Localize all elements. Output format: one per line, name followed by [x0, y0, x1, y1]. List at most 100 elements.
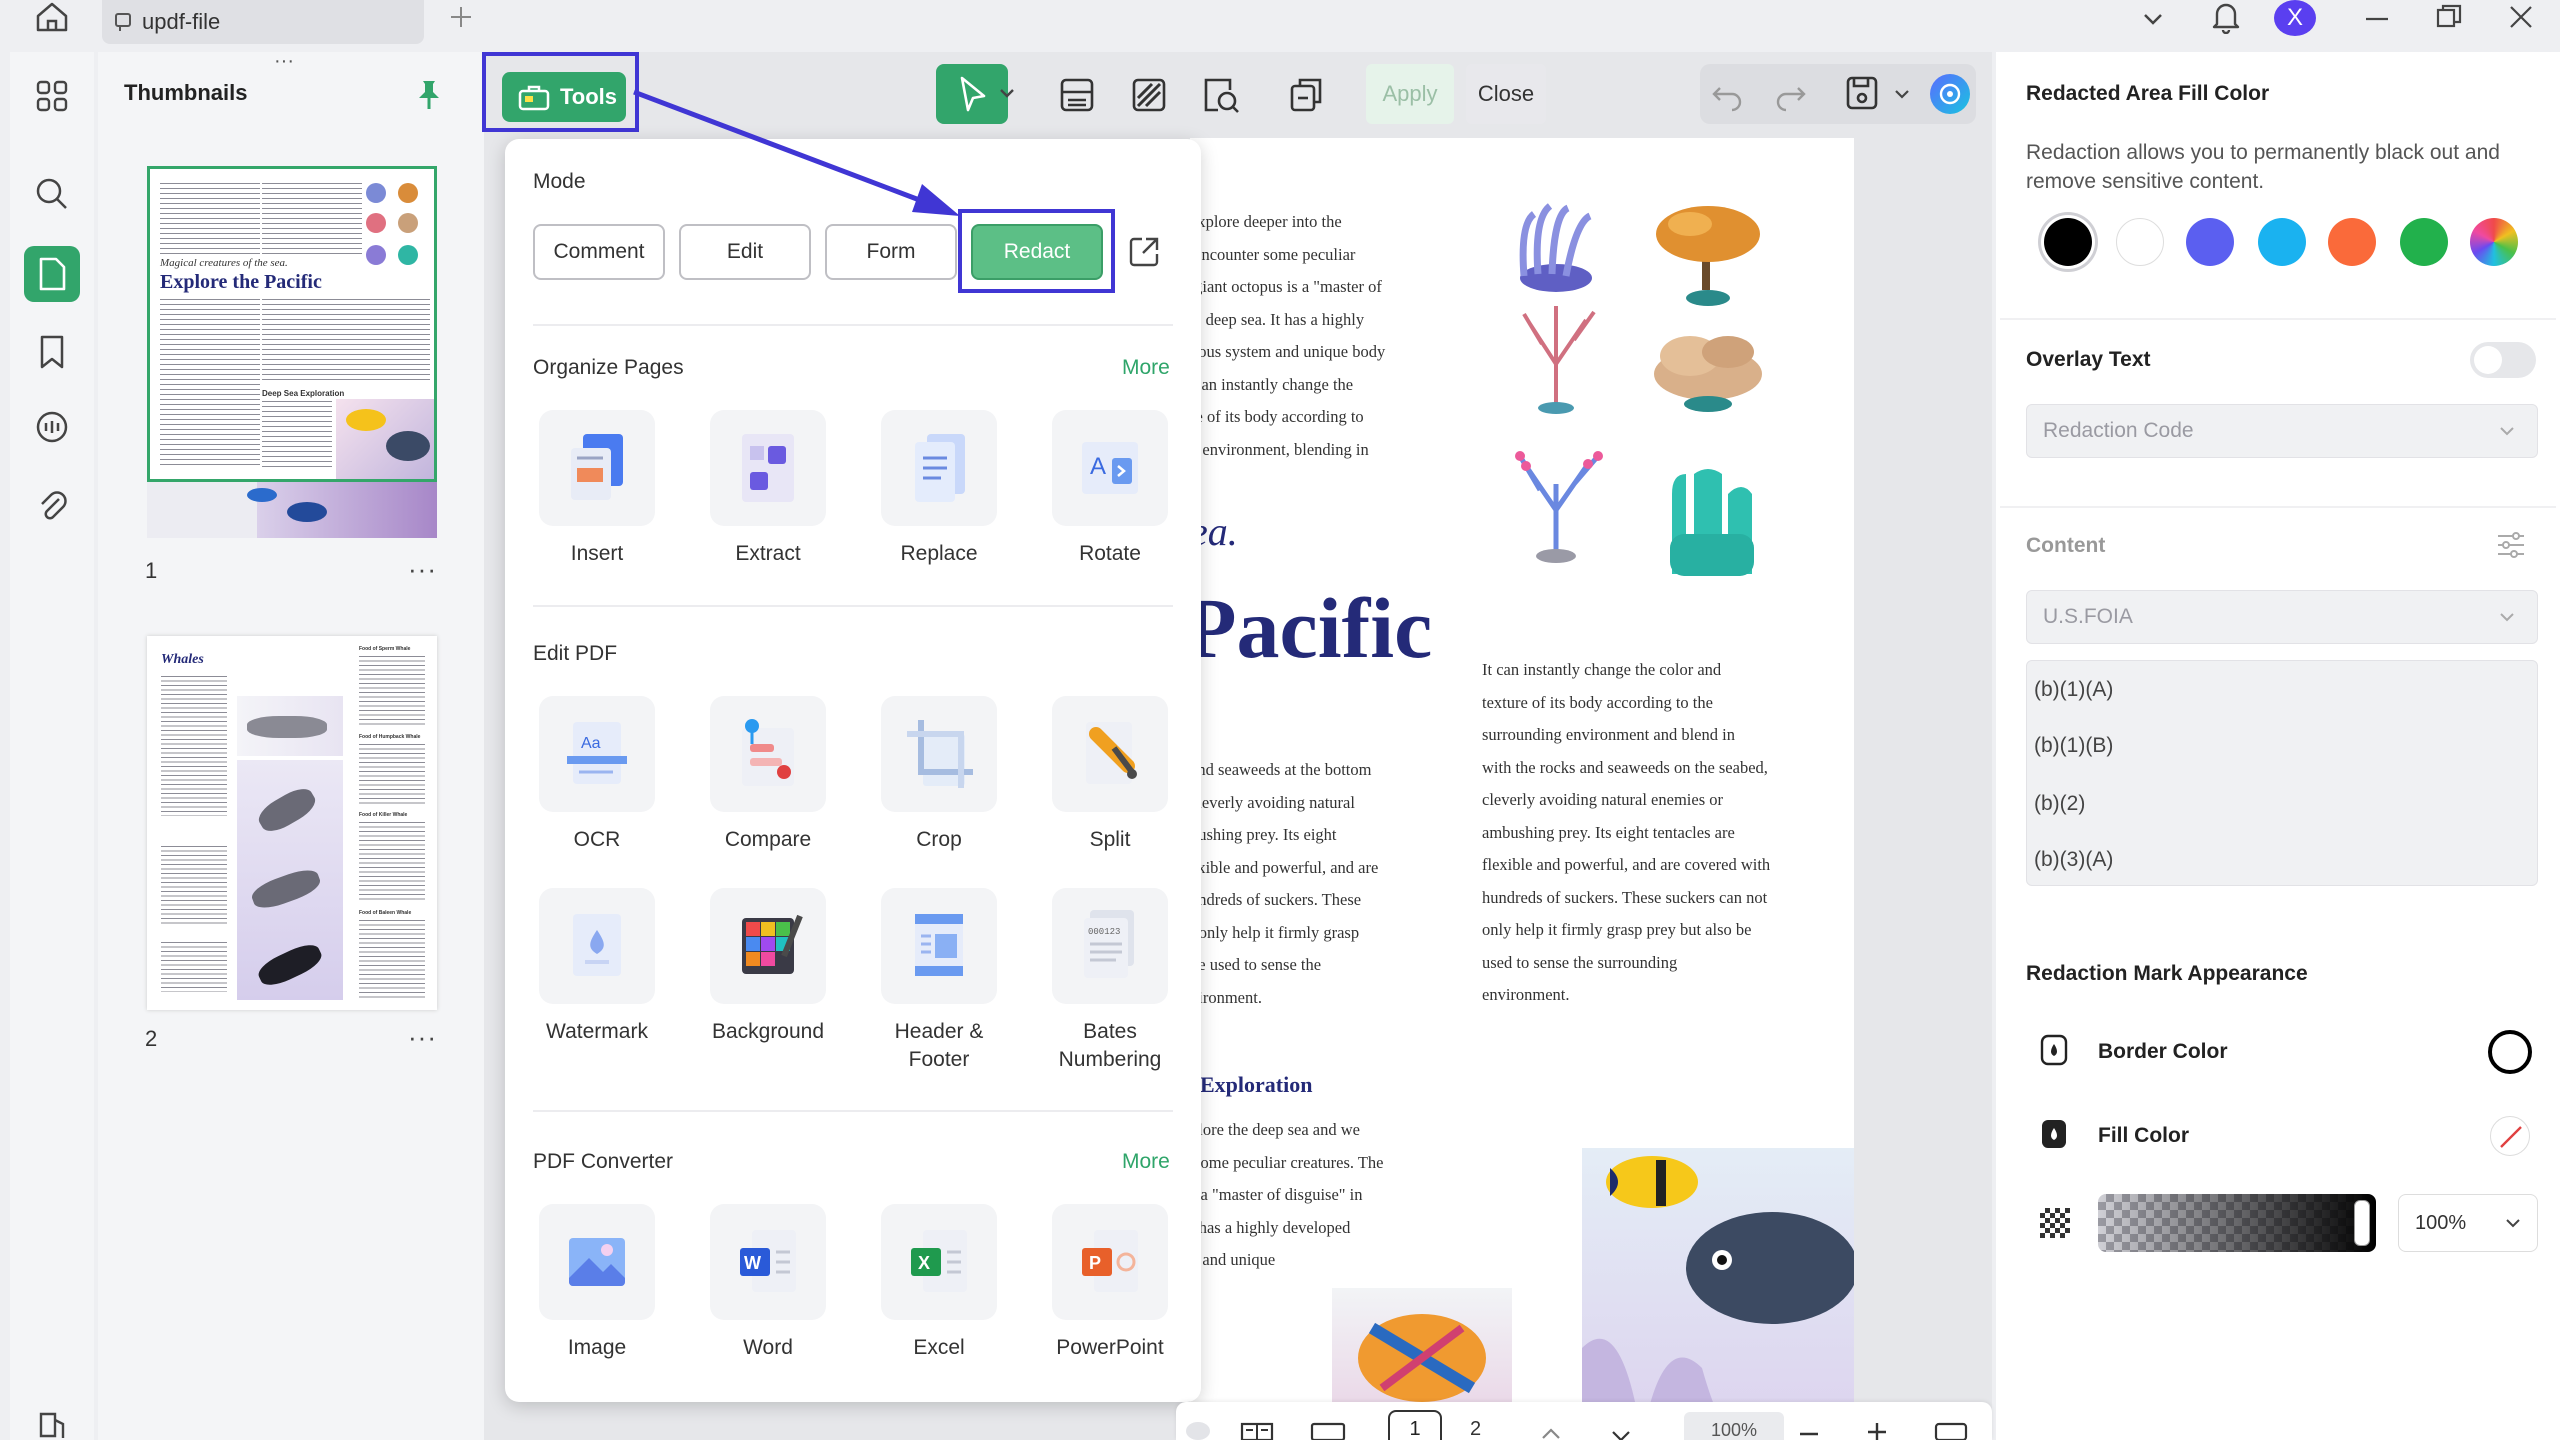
layers-icon[interactable] — [24, 1410, 80, 1440]
opacity-slider[interactable] — [2098, 1194, 2376, 1252]
redact-pages-icon[interactable] — [1284, 72, 1328, 116]
tools-button[interactable]: Tools — [502, 72, 626, 122]
bookmark-icon[interactable] — [24, 324, 80, 380]
prev-page-icon[interactable] — [1538, 1422, 1564, 1440]
mode-edit-button[interactable]: Edit — [679, 224, 811, 280]
replace-tool-icon[interactable] — [881, 410, 997, 526]
comment-icon[interactable] — [24, 400, 80, 456]
code-item[interactable]: (b)(2) — [2034, 792, 2085, 816]
open-external-icon[interactable] — [1126, 234, 1162, 270]
border-color-swatch[interactable] — [2488, 1030, 2532, 1074]
current-page-input[interactable]: 1 — [1388, 1410, 1442, 1440]
border-color-label: Border Color — [2098, 1040, 2228, 1063]
undo-icon[interactable] — [1708, 74, 1748, 114]
bell-icon[interactable] — [2208, 0, 2244, 34]
split-label: Split — [1089, 828, 1131, 851]
converter-more-link[interactable]: More — [1122, 1150, 1170, 1174]
overlay-text-select[interactable]: Redaction Code — [2026, 404, 2538, 458]
redo-icon[interactable] — [1770, 74, 1810, 114]
redact-area-icon[interactable] — [1128, 74, 1170, 116]
search-redact-icon[interactable] — [1200, 74, 1242, 116]
pin-icon[interactable] — [412, 78, 446, 112]
home-icon[interactable] — [32, 0, 72, 34]
restore-icon[interactable] — [2434, 2, 2464, 32]
document-tab-icon — [114, 12, 132, 32]
appearance-title: Redaction Mark Appearance — [2026, 962, 2308, 985]
close-window-icon[interactable] — [2506, 2, 2536, 32]
mode-redact-button[interactable]: Redact — [971, 224, 1103, 280]
swatch-white[interactable] — [2116, 218, 2164, 266]
collapse-icon[interactable] — [1186, 1422, 1210, 1440]
document-tab[interactable]: updf-file — [102, 0, 424, 44]
page-1-more-button[interactable]: ··· — [408, 554, 437, 585]
code-item[interactable]: (b)(1)(B) — [2034, 734, 2113, 758]
page-2-thumbnail[interactable]: Whales Food of Sperm Whale Food of Humpb… — [147, 636, 437, 1010]
thumbnails-icon[interactable] — [24, 246, 80, 302]
zoom-field[interactable]: 100% — [1684, 1412, 1784, 1440]
overlay-text-toggle[interactable] — [2470, 342, 2536, 378]
content-title: Content — [2026, 534, 2106, 557]
powerpoint-convert-icon[interactable]: P — [1052, 1204, 1168, 1320]
swatch-custom-color[interactable] — [2470, 218, 2518, 266]
page-2-more-button[interactable]: ··· — [408, 1022, 437, 1053]
settings-sliders-icon[interactable] — [2494, 528, 2528, 562]
close-button[interactable]: Close — [1466, 64, 1546, 124]
fill-color-label: Fill Color — [2098, 1124, 2189, 1147]
page-1-thumbnail[interactable]: Magical creatures of the sea. Explore th… — [147, 166, 437, 482]
document-tab-title: updf-file — [142, 9, 221, 34]
minimize-icon[interactable] — [2362, 4, 2392, 34]
bates-numbering-tool-icon[interactable]: 000123 — [1052, 888, 1168, 1004]
crop-tool-icon[interactable] — [881, 696, 997, 812]
watermark-tool-icon[interactable] — [539, 888, 655, 1004]
organize-more-link[interactable]: More — [1122, 356, 1170, 380]
code-item[interactable]: (b)(3)(A) — [2034, 848, 2113, 872]
panel-drag-handle[interactable]: ··· — [274, 50, 294, 73]
excel-convert-icon[interactable]: X — [881, 1204, 997, 1320]
save-dropdown-icon[interactable] — [1892, 84, 1912, 104]
single-page-icon[interactable] — [1310, 1420, 1346, 1440]
edit-pdf-title: Edit PDF — [533, 642, 618, 665]
swatch-orange[interactable] — [2328, 218, 2376, 266]
page-layout-icon[interactable] — [1240, 1420, 1274, 1440]
search-icon[interactable] — [24, 166, 80, 222]
attachment-icon[interactable] — [24, 478, 80, 534]
select-tool-dropdown-icon[interactable] — [996, 82, 1018, 104]
image-convert-icon[interactable] — [539, 1204, 655, 1320]
word-convert-icon[interactable]: W — [710, 1204, 826, 1320]
extract-tool-icon[interactable] — [710, 410, 826, 526]
ai-assistant-icon[interactable] — [1930, 74, 1970, 114]
save-icon[interactable] — [1842, 72, 1882, 114]
code-item[interactable]: (b)(1)(A) — [2034, 678, 2113, 702]
apps-icon[interactable] — [24, 68, 80, 124]
split-tool-icon[interactable] — [1052, 696, 1168, 812]
mode-comment-button[interactable]: Comment — [533, 224, 665, 280]
swatch-light-blue[interactable] — [2258, 218, 2306, 266]
swatch-blue[interactable] — [2186, 218, 2234, 266]
ocr-tool-icon[interactable]: Aa — [539, 696, 655, 812]
compare-tool-icon[interactable] — [710, 696, 826, 812]
coral-illustrations — [1490, 194, 1780, 594]
redact-text-icon[interactable] — [1056, 74, 1098, 116]
thumb2-head4: Food of Baleen Whale — [359, 910, 412, 916]
mode-form-button[interactable]: Form — [825, 224, 957, 280]
zoom-in-icon[interactable] — [1864, 1418, 1890, 1440]
header-footer-tool-icon[interactable] — [881, 888, 997, 1004]
new-tab-icon[interactable] — [448, 4, 474, 30]
content-select[interactable]: U.S.FOIA — [2026, 590, 2538, 644]
insert-tool-icon[interactable] — [539, 410, 655, 526]
header-footer-label: Header & Footer — [894, 1020, 984, 1071]
apply-button[interactable]: Apply — [1366, 64, 1454, 124]
zoom-out-icon[interactable] — [1796, 1424, 1822, 1440]
thumb2-head1: Food of Sperm Whale — [359, 646, 411, 652]
avatar[interactable]: X — [2274, 0, 2316, 36]
background-tool-icon[interactable] — [710, 888, 826, 1004]
fill-color-swatch[interactable] — [2490, 1116, 2530, 1156]
next-page-icon[interactable] — [1608, 1422, 1634, 1440]
fit-page-icon[interactable] — [1934, 1420, 1968, 1440]
chevron-down-icon[interactable] — [2502, 1212, 2524, 1234]
chevron-down-icon[interactable] — [2138, 4, 2168, 34]
swatch-green[interactable] — [2400, 218, 2448, 266]
document-page: explore deeper into the encounter some p… — [1190, 138, 1854, 1440]
swatch-black[interactable] — [2044, 218, 2092, 266]
rotate-tool-icon[interactable]: A — [1052, 410, 1168, 526]
